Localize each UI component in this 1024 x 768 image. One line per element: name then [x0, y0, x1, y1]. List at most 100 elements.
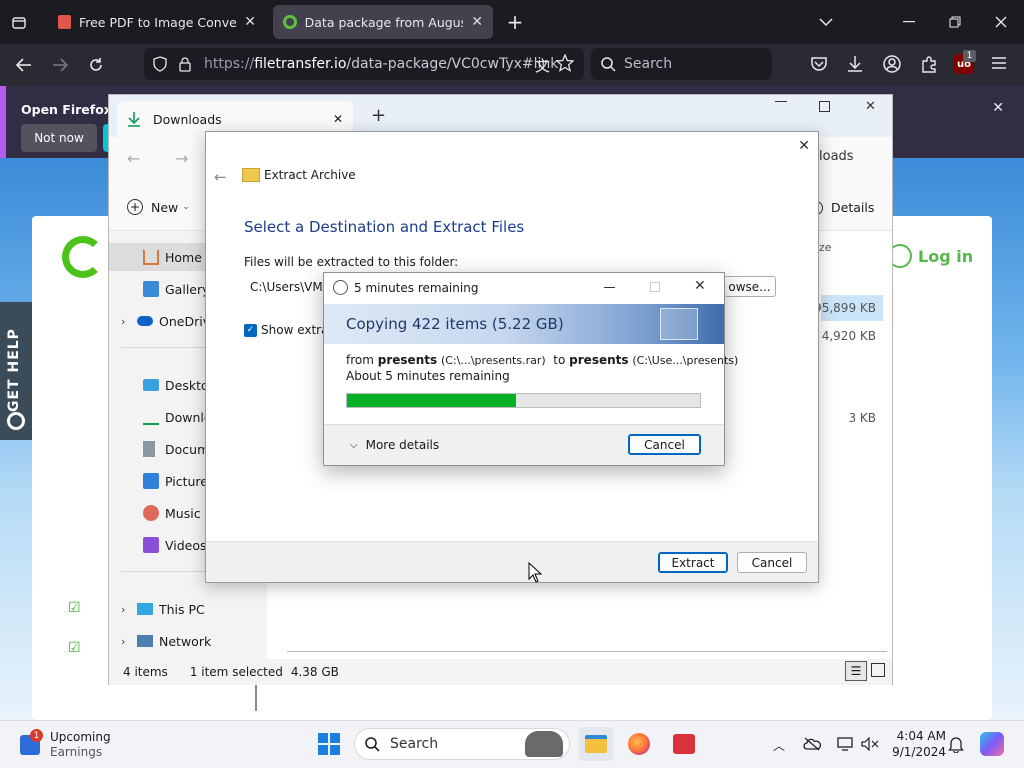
bell-icon[interactable] [948, 735, 964, 753]
checkbox-checked[interactable]: ✓ [244, 323, 257, 337]
new-tab-icon[interactable]: + [371, 105, 386, 126]
gift-app-taskbar-icon[interactable] [667, 727, 701, 761]
shield-icon[interactable] [152, 56, 168, 72]
widget-title: Upcoming [50, 730, 111, 744]
minimize-icon[interactable] [604, 287, 615, 288]
sidebar-item-network[interactable]: › Network [109, 627, 267, 655]
filetransfer-favicon-icon [283, 15, 297, 29]
window-close-icon[interactable]: ✕ [865, 99, 876, 114]
chevron-right-icon[interactable]: › [121, 315, 137, 328]
source-path: (C:\...\presents.rar) [440, 354, 546, 367]
new-button[interactable]: + New ⌄ [127, 199, 190, 215]
chevron-down-icon: ⌵ [350, 439, 358, 451]
back-arrow-icon[interactable] [6, 44, 42, 86]
login-text: Log in [918, 246, 974, 266]
clock-date: 9/1/2024 [892, 745, 946, 759]
url-bar[interactable]: https://filetransfer.io/data-package/VC0… [144, 48, 584, 80]
sidebar-item-this-pc[interactable]: › This PC [109, 595, 267, 623]
taskbar-search-text: Search [390, 736, 439, 752]
details-view-icon[interactable]: ☰ [845, 661, 867, 681]
minimize-icon[interactable] [775, 101, 787, 103]
monitor-icon[interactable] [837, 737, 853, 751]
maximize-icon[interactable] [819, 101, 831, 113]
source-name[interactable]: presents [378, 353, 437, 367]
music-icon [143, 505, 159, 521]
minimize-icon[interactable] [886, 0, 932, 44]
breadcrumb[interactable]: loads [819, 149, 854, 164]
login-link[interactable]: Log in [888, 244, 973, 268]
network-icon [137, 635, 153, 647]
more-details-toggle[interactable]: ⌵ More details [350, 438, 439, 452]
browser-tabstrip: Free PDF to Image Converter - p ✕ Data p… [0, 0, 1024, 44]
download-icon[interactable] [847, 55, 863, 73]
tab-list-icon[interactable] [6, 10, 32, 36]
firefox-taskbar-icon[interactable] [622, 727, 656, 761]
chevron-right-icon[interactable]: › [121, 603, 137, 616]
forward-arrow-icon[interactable]: → [175, 149, 188, 168]
status-size: 4.38 GB [290, 665, 339, 679]
url-text: https://filetransfer.io/data-package/VC0… [204, 56, 558, 72]
file-explorer-taskbar-icon[interactable] [579, 727, 613, 761]
extensions-icon[interactable] [920, 55, 938, 73]
clock-icon [333, 280, 348, 295]
videos-icon [143, 537, 159, 553]
window-close-icon[interactable] [978, 0, 1024, 44]
chevron-right-icon[interactable]: › [121, 635, 137, 648]
menu-icon[interactable] [991, 56, 1007, 70]
taskbar-search[interactable]: Search [354, 728, 570, 760]
windows-start-icon[interactable] [312, 727, 346, 761]
horizontal-scrollbar[interactable] [287, 651, 887, 652]
get-help-tab[interactable]: GET HELP [0, 302, 32, 440]
mouse-cursor-icon [528, 562, 542, 584]
close-icon[interactable]: ✕ [798, 138, 810, 154]
pocket-icon[interactable] [810, 56, 828, 72]
copy-title: 5 minutes remaining [354, 281, 479, 295]
browser-search-bar[interactable]: Search [591, 48, 772, 80]
close-icon[interactable]: ✕ [244, 14, 256, 30]
back-arrow-icon[interactable]: ← [127, 149, 140, 168]
tiles-view-icon[interactable] [871, 663, 885, 677]
close-icon[interactable]: ✕ [333, 112, 343, 126]
filetransfer-logo-icon [62, 236, 104, 278]
onedrive-offline-icon[interactable] [803, 737, 821, 751]
reload-icon[interactable] [78, 44, 114, 86]
sidebar-item-label: Home [165, 249, 202, 265]
cancel-copy-button[interactable]: Cancel [628, 434, 701, 455]
url-host: filetransfer.io [254, 56, 347, 72]
sidebar-item-label: This PC [159, 601, 205, 617]
not-now-button[interactable]: Not now [21, 124, 97, 152]
browse-button[interactable]: owse... [724, 276, 776, 297]
chevron-up-icon[interactable]: ︿ [773, 737, 785, 754]
plus-icon: + [127, 199, 143, 215]
translate-icon[interactable]: 文 [535, 55, 550, 76]
extension-badge: 1 [963, 50, 976, 62]
back-arrow-icon[interactable]: ← [214, 168, 227, 186]
widget-subtitle: Earnings [50, 745, 103, 759]
close-icon[interactable]: ✕ [471, 14, 483, 30]
folder-label: Files will be extracted to this folder: [244, 255, 459, 269]
check-icon: ☑ [68, 640, 81, 656]
status-bar: 4 items 1 item selected 4.38 GB ☰ [109, 659, 892, 685]
explorer-tab-title: Downloads [153, 111, 222, 127]
column-header-size[interactable]: ze [819, 241, 832, 254]
get-help-label: GET HELP [6, 328, 22, 412]
widgets-button[interactable]: 1 Upcoming Earnings [20, 729, 111, 761]
forward-arrow-icon[interactable] [42, 44, 78, 86]
star-icon[interactable] [556, 54, 574, 72]
account-icon[interactable] [883, 55, 901, 73]
extract-button[interactable]: Extract [658, 552, 728, 573]
restore-icon[interactable] [932, 0, 978, 44]
dest-name[interactable]: presents [569, 353, 628, 367]
chevron-down-icon[interactable] [803, 0, 849, 44]
dest-path: (C:\Use...\presents) [632, 354, 739, 367]
lock-icon[interactable] [178, 56, 192, 72]
new-tab-icon[interactable]: + [503, 10, 527, 34]
clock[interactable]: 4:04 AM 9/1/2024 [886, 728, 946, 760]
tab-pdf-converter[interactable]: Free PDF to Image Converter - p ✕ [48, 5, 266, 39]
close-icon[interactable]: ✕ [694, 278, 706, 294]
copilot-icon[interactable] [980, 732, 1004, 756]
tab-data-package[interactable]: Data package from August 31st ✕ [273, 5, 493, 39]
volume-muted-icon[interactable] [861, 737, 879, 751]
cancel-button[interactable]: Cancel [737, 552, 807, 573]
close-icon[interactable]: ✕ [992, 100, 1004, 116]
